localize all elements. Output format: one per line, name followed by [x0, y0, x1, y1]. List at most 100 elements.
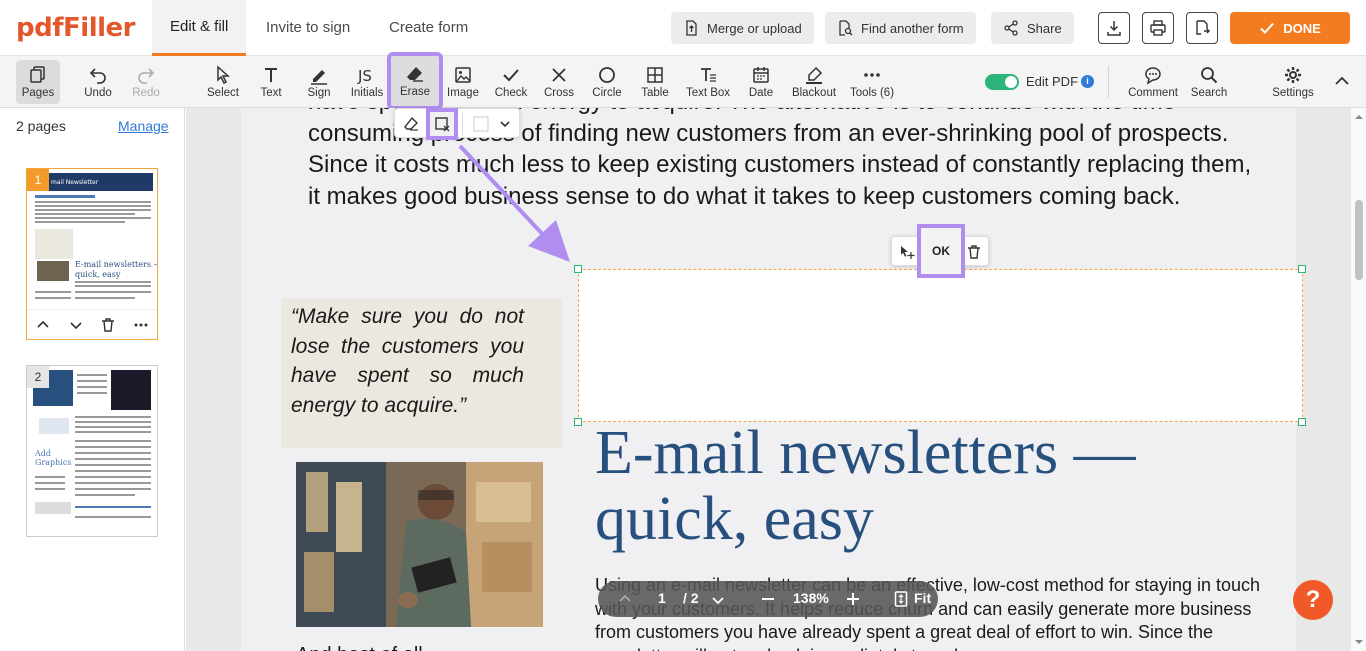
resize-handle-tl[interactable] [574, 265, 582, 273]
edit-pdf-toggle[interactable] [985, 74, 1019, 90]
collapse-toolbar-button[interactable] [1330, 56, 1354, 108]
scrollbar-thumb[interactable] [1355, 200, 1363, 280]
page-thumbnail-1[interactable]: mail Newsletter E-mail newsletters — qui… [26, 168, 158, 340]
text-t-icon [265, 68, 277, 82]
settings-tool[interactable]: Settings [1268, 56, 1318, 108]
cross-tool[interactable]: Cross [539, 56, 579, 108]
page-navigation-bar: 1 / 2 138% Fit [598, 581, 938, 617]
textbox-tool[interactable]: Text Box [683, 56, 733, 108]
trash-icon [968, 245, 980, 259]
scroll-down-icon[interactable] [1351, 637, 1366, 647]
resize-handle-tr[interactable] [1298, 265, 1306, 273]
divider [462, 113, 463, 135]
delete-selection-button[interactable] [962, 240, 986, 264]
section-heading[interactable]: E-mail newsletters — quick, easy [595, 420, 1235, 552]
scroll-up-icon[interactable] [1351, 112, 1366, 122]
tools-more[interactable]: Tools (6) [847, 56, 897, 108]
erase-tool[interactable]: Erase [387, 52, 443, 110]
zoom-out-icon[interactable] [761, 592, 775, 606]
find-form-label: Find another form [861, 20, 964, 36]
freehand-erase-option[interactable] [399, 112, 423, 136]
sign-tool[interactable]: Sign [299, 56, 339, 108]
trash-icon[interactable] [100, 317, 116, 333]
merge-upload-button[interactable]: Merge or upload [671, 12, 814, 44]
chevron-down-icon [500, 121, 510, 128]
printer-icon [1150, 20, 1166, 36]
undo-tool[interactable]: Undo [78, 56, 118, 108]
cross-label: Cross [543, 87, 575, 99]
area-erase-option[interactable] [426, 108, 458, 140]
vertical-scrollbar[interactable] [1350, 108, 1366, 651]
current-page-input[interactable]: 1 [658, 590, 666, 606]
info-icon[interactable]: i [1081, 75, 1094, 88]
manage-link[interactable]: Manage [118, 118, 169, 134]
page-2-preview: Add Graphics [27, 366, 157, 536]
move-up-icon[interactable] [35, 317, 51, 333]
chevron-up-icon[interactable] [618, 592, 632, 606]
warehouse-photo[interactable] [296, 462, 543, 627]
circle-tool[interactable]: Circle [587, 56, 627, 108]
comment-label: Comment [1128, 87, 1178, 99]
table-tool[interactable]: Table [635, 56, 675, 108]
resize-handle-br[interactable] [1298, 418, 1306, 426]
initials-tool[interactable]: JS Initials [345, 56, 389, 108]
zoom-level[interactable]: 138% [793, 590, 829, 606]
search-label: Search [1190, 87, 1228, 99]
redo-tool[interactable]: Redo [126, 56, 166, 108]
erase-selection-box[interactable] [578, 269, 1303, 422]
zoom-in-icon[interactable] [846, 592, 860, 606]
text-tool[interactable]: Text [251, 56, 291, 108]
sign-label: Sign [307, 87, 331, 99]
select-tool[interactable]: Select [203, 56, 243, 108]
blackout-tool[interactable]: Blackout [789, 56, 839, 108]
page-thumbnail-2[interactable]: Add Graphics 2 [26, 365, 158, 537]
caption-text[interactable]: And best of all [296, 640, 526, 651]
ok-button[interactable]: OK [917, 224, 965, 278]
pages-icon [30, 66, 45, 83]
fit-page-icon[interactable] [894, 591, 908, 607]
color-dropdown[interactable] [493, 112, 517, 136]
share-button[interactable]: Share [991, 12, 1074, 44]
help-button[interactable]: ? [1293, 580, 1333, 620]
tab-edit-fill[interactable]: Edit & fill [152, 0, 247, 56]
date-tool[interactable]: Date [741, 56, 781, 108]
download-button[interactable] [1098, 12, 1130, 44]
print-button[interactable] [1142, 12, 1174, 44]
find-form-button[interactable]: Find another form [825, 12, 976, 44]
settings-label: Settings [1272, 87, 1314, 99]
comment-tool[interactable]: Comment [1126, 56, 1180, 108]
move-selection-button[interactable] [895, 240, 919, 264]
image-tool[interactable]: Image [443, 56, 483, 108]
date-label: Date [748, 87, 774, 99]
page-number-badge: 1 [27, 169, 49, 191]
more-dots-icon[interactable] [133, 317, 149, 333]
fit-button[interactable]: Fit [914, 590, 931, 606]
erase-color-swatch[interactable] [469, 112, 493, 136]
image-icon [455, 67, 471, 83]
select-label: Select [207, 87, 239, 99]
check-tool[interactable]: Check [491, 56, 531, 108]
thumbnail-actions [27, 309, 157, 339]
resize-handle-bl[interactable] [574, 418, 582, 426]
move-down-icon[interactable] [68, 317, 84, 333]
tab-create-form[interactable]: Create form [371, 0, 486, 56]
search-tool[interactable]: Search [1187, 56, 1231, 108]
table-label: Table [641, 87, 669, 99]
pages-sidebar: 2 pages Manage mail Newsletter E-mail ne… [0, 108, 185, 651]
merge-upload-label: Merge or upload [707, 20, 802, 36]
pull-quote[interactable]: “Make sure you do not lose the customers… [291, 302, 524, 420]
divider [1108, 66, 1109, 98]
tools-more-label: Tools (6) [849, 87, 895, 99]
share-icon [1004, 20, 1018, 36]
tab-invite-to-sign[interactable]: Invite to sign [248, 0, 368, 56]
convert-button[interactable] [1186, 12, 1218, 44]
chevron-up-icon [1335, 76, 1349, 85]
done-button[interactable]: DONE [1230, 12, 1350, 44]
checkmark-icon [503, 69, 519, 82]
chevron-down-icon[interactable] [711, 593, 725, 607]
pages-tool[interactable]: Pages [16, 60, 60, 104]
erase-label: Erase [399, 86, 431, 98]
done-label: DONE [1283, 20, 1321, 36]
area-erase-icon [435, 117, 450, 132]
total-pages: / 2 [683, 590, 699, 606]
